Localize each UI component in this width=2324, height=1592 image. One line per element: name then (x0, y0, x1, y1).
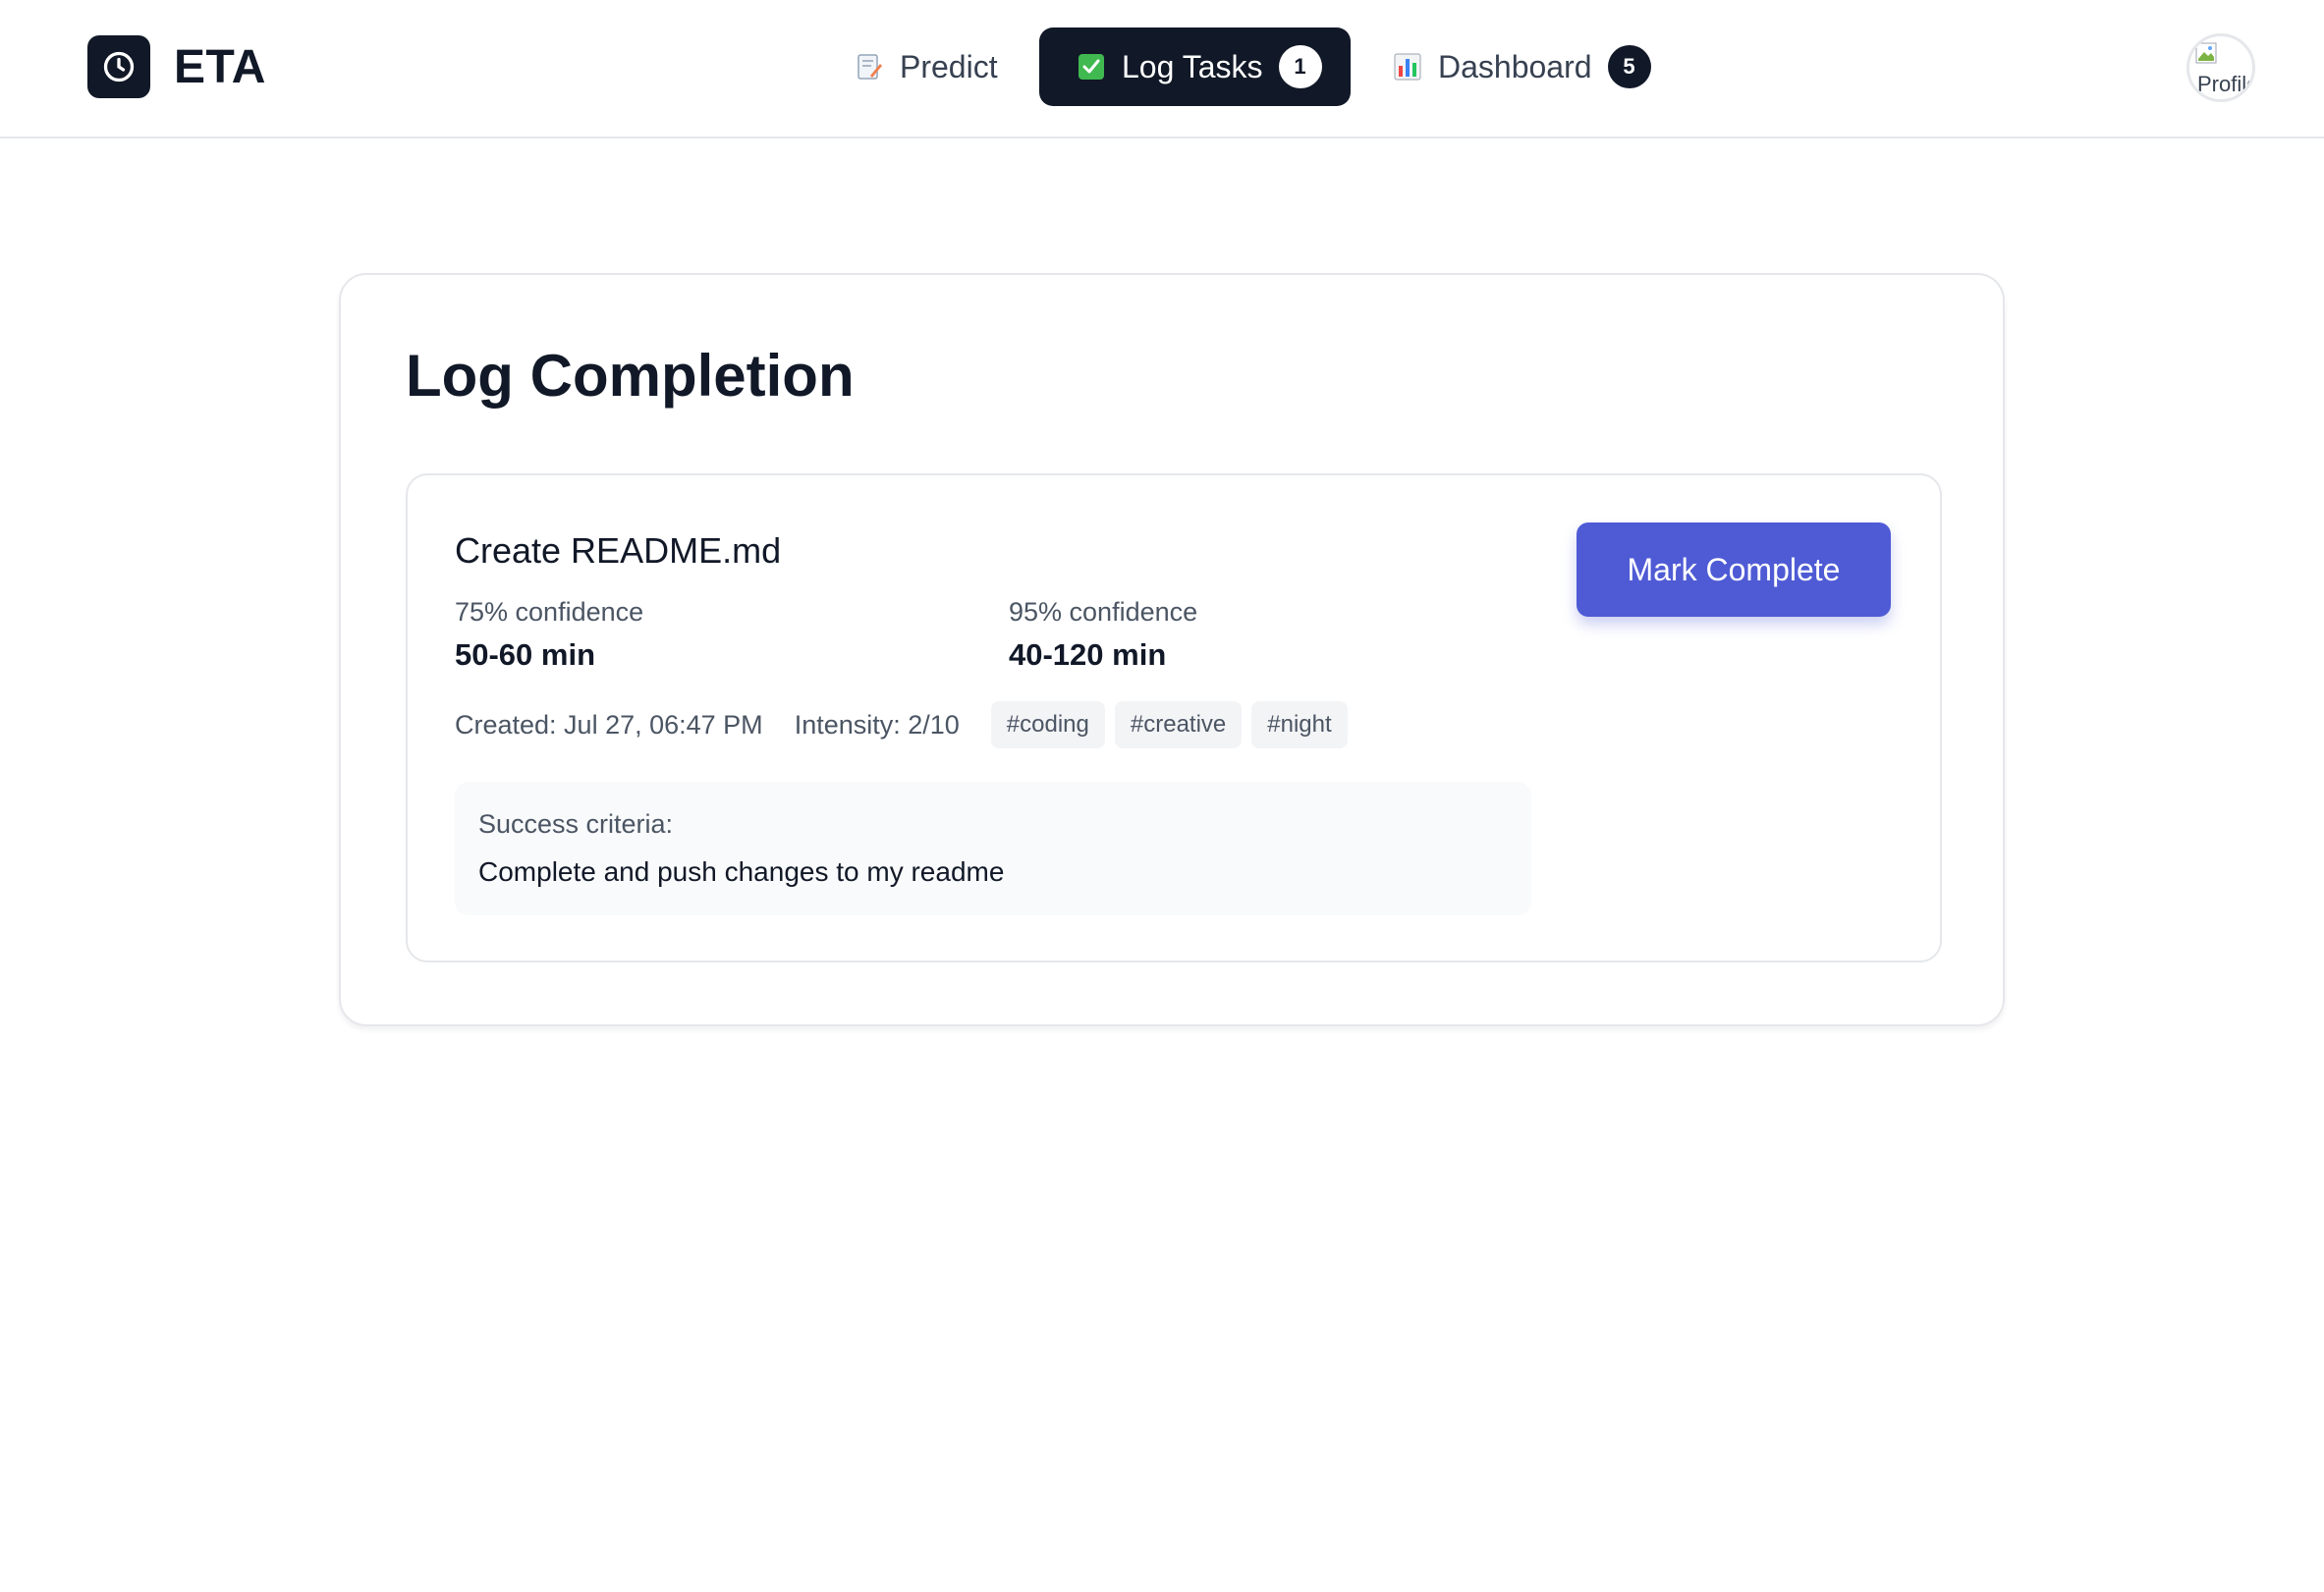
success-criteria-box: Success criteria: Complete and push chan… (455, 782, 1531, 915)
task-title: Create README.md (455, 530, 782, 571)
confidence-75-value: 50-60 min (455, 637, 596, 672)
nav-predict[interactable]: Predict (853, 27, 1000, 106)
confidence-95-label: 95% confidence (1009, 597, 1198, 627)
memo-icon (855, 52, 884, 82)
avatar-alt-text: Profile (2197, 72, 2255, 96)
broken-image-icon (2195, 42, 2217, 70)
task-meta: Created: Jul 27, 06:47 PM Intensity: 2/1… (455, 701, 1357, 748)
created-date: Created: Jul 27, 06:47 PM (455, 709, 763, 740)
check-box-icon (1077, 52, 1106, 82)
intensity: Intensity: 2/10 (794, 709, 960, 740)
task-card: Create README.md 75% confidence 50-60 mi… (406, 473, 1942, 962)
log-tasks-count-badge: 1 (1278, 45, 1322, 88)
nav-log-tasks-label: Log Tasks (1122, 48, 1263, 84)
success-criteria-label: Success criteria: (478, 809, 674, 839)
bar-chart-icon (1393, 52, 1422, 82)
confidence-75-label: 75% confidence (455, 597, 644, 627)
main-nav: Predict Log Tasks 1 Dashboard 5 (0, 27, 2324, 106)
tag: #creative (1114, 701, 1243, 748)
confidence-75: 75% confidence 50-60 min (455, 597, 643, 673)
dashboard-count-badge: 5 (1607, 45, 1651, 88)
top-navbar: ETA Predict Log Tasks 1 Dashboard 5 Prof… (0, 0, 2324, 138)
confidence-95: 95% confidence 40-120 min (1009, 597, 1197, 673)
nav-log-tasks[interactable]: Log Tasks 1 (1039, 27, 1351, 106)
confidence-95-value: 40-120 min (1009, 637, 1167, 672)
page-title: Log Completion (406, 343, 855, 409)
nav-dashboard[interactable]: Dashboard 5 (1393, 27, 1651, 106)
log-completion-card: Log Completion Create README.md 75% conf… (339, 273, 2005, 1026)
profile-avatar[interactable]: Profile (2186, 33, 2255, 102)
mark-complete-button[interactable]: Mark Complete (1577, 522, 1891, 617)
tag-list: #coding #creative #night (990, 701, 1357, 748)
tag: #coding (990, 701, 1105, 748)
tag: #night (1251, 701, 1348, 748)
nav-predict-label: Predict (900, 48, 998, 84)
nav-dashboard-label: Dashboard (1438, 48, 1592, 84)
success-criteria-text: Complete and push changes to my readme (478, 856, 1005, 887)
